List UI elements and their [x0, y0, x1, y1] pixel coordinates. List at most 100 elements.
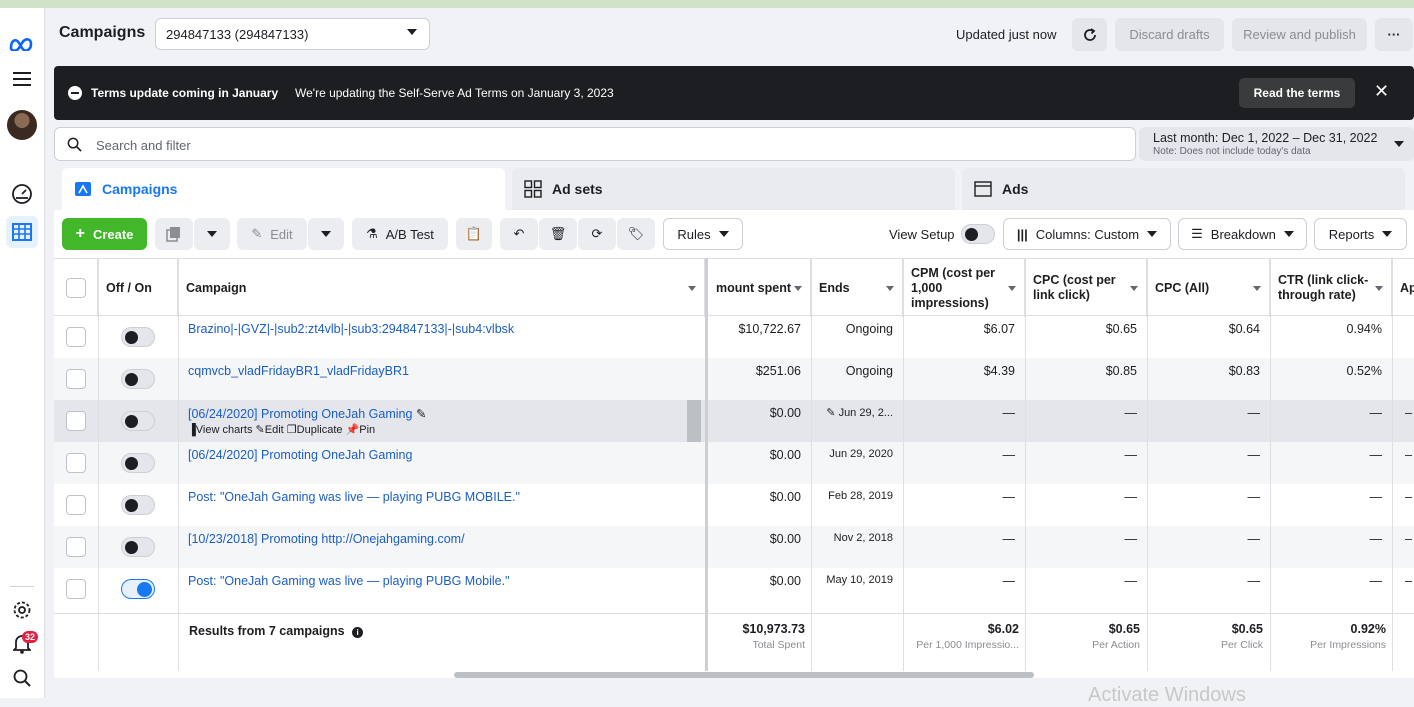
main-area: Campaigns 294847133 (294847133) Updated … [45, 8, 1414, 706]
edit-link[interactable]: Edit [265, 424, 284, 436]
review-publish-button[interactable]: Review and publish [1232, 18, 1367, 51]
ab-test-button[interactable]: ⚗ A/B Test [352, 218, 448, 250]
avatar[interactable] [7, 110, 37, 140]
ends-cell: Ongoing [811, 316, 903, 358]
close-icon[interactable]: ✕ [1374, 81, 1389, 102]
table-row[interactable]: Post: "OneJah Gaming was live — playing … [54, 484, 1414, 526]
row-checkbox[interactable] [66, 495, 86, 515]
col-amount-spent[interactable]: mount spent [705, 259, 811, 317]
col-label: Campaign [186, 281, 247, 295]
meta-logo-icon[interactable] [6, 28, 38, 60]
dashboard-gauge-icon[interactable] [6, 178, 38, 210]
row-checkbox[interactable] [66, 453, 86, 473]
col-cpc-link[interactable]: CPC (cost per link click) [1025, 259, 1147, 317]
reports-button[interactable]: Reports [1314, 218, 1407, 250]
search-icon[interactable] [6, 662, 38, 694]
breakdown-button[interactable]: ☰ Breakdown [1178, 218, 1307, 250]
row-checkbox[interactable] [66, 327, 86, 347]
table-row[interactable]: [06/24/2020] Promoting OneJah Gaming $0.0… [54, 442, 1414, 484]
ads-manager-table-icon[interactable] [6, 216, 38, 248]
campaign-name-link[interactable]: cqmvcb_vladFridayBR1_vladFridayBR1 [188, 364, 409, 378]
reports-label: Reports [1328, 226, 1375, 242]
resize-handle[interactable] [687, 400, 701, 442]
select-all-checkbox[interactable] [66, 278, 86, 298]
clipboard-button[interactable]: 📋 [456, 218, 492, 250]
campaign-name-link[interactable]: [06/24/2020] Promoting OneJah Gaming [188, 448, 412, 462]
duplicate-dropdown[interactable] [194, 218, 230, 250]
campaign-status-toggle[interactable] [121, 579, 155, 599]
col-ctr[interactable]: CTR (link click-through rate) [1270, 259, 1392, 317]
discard-drafts-button[interactable]: Discard drafts [1115, 18, 1224, 51]
campaign-status-toggle[interactable] [121, 495, 155, 515]
row-checkbox[interactable] [66, 537, 86, 557]
tab-ads[interactable]: Ads [962, 168, 1405, 210]
ctr-cell: — [1369, 490, 1383, 504]
ends-cell: Nov 2, 2018 [811, 526, 903, 568]
pencil-icon[interactable]: ✎ [416, 407, 426, 421]
campaign-name-link[interactable]: Post: "OneJah Gaming was live — playing … [188, 574, 510, 588]
view-charts-link[interactable]: View charts [196, 424, 253, 436]
delete-button[interactable]: 🗑 [539, 218, 577, 250]
rules-button[interactable]: Rules [663, 218, 743, 250]
undo-button[interactable]: ↶ [500, 218, 538, 250]
create-button[interactable]: + Create [62, 218, 147, 250]
campaign-status-toggle[interactable] [121, 411, 155, 431]
campaign-name-cell: [06/24/2020] Promoting OneJah Gaming ✎ ▐V… [188, 400, 698, 442]
table-row[interactable]: [10/23/2018] Promoting http://Onejahgami… [54, 526, 1414, 568]
campaign-name-link[interactable]: [06/24/2020] Promoting OneJah Gaming [188, 407, 412, 421]
window-top-strip [0, 0, 1414, 8]
columns-button[interactable]: ||| Columns: Custom [1003, 218, 1171, 250]
row-checkbox[interactable] [66, 369, 86, 389]
row-checkbox[interactable] [66, 579, 86, 599]
view-setup-label: View Setup [889, 227, 955, 242]
sort-icon [1130, 286, 1138, 291]
preview-button[interactable]: ⟳ [578, 218, 616, 250]
col-campaign[interactable]: Campaign [178, 259, 705, 317]
pencil-icon: ✎ [255, 424, 265, 436]
amount-spent-cell: $251.06 [755, 364, 801, 378]
campaign-status-toggle[interactable] [121, 327, 155, 347]
table-row[interactable]: cqmvcb_vladFridayBR1_vladFridayBR1 $251.0… [54, 358, 1414, 400]
duplicate-link[interactable]: Duplicate [297, 424, 343, 436]
col-next[interactable]: Ap [1392, 259, 1414, 317]
ends-cell: Ongoing [811, 358, 903, 400]
tag-button[interactable]: 🏷 [617, 218, 655, 250]
totals-row: Results from 7 campaigns i $10,973.73 Tot… [54, 613, 1414, 671]
search-filter-input[interactable]: Search and filter [54, 127, 1136, 161]
info-icon[interactable]: i [352, 627, 364, 638]
account-selector[interactable]: 294847133 (294847133) [155, 18, 430, 50]
campaign-status-toggle[interactable] [121, 537, 155, 557]
settings-gear-icon[interactable] [6, 594, 38, 626]
amount-spent-cell: $0.00 [769, 490, 801, 504]
col-cpm[interactable]: CPM (cost per 1,000 impressions) [903, 259, 1025, 317]
campaign-name-link[interactable]: [10/23/2018] Promoting http://Onejahgami… [188, 532, 465, 546]
col-cpc-all[interactable]: CPC (All) [1147, 259, 1270, 317]
menu-icon[interactable] [6, 63, 38, 95]
row-checkbox[interactable] [66, 411, 86, 431]
table-row[interactable]: Post: "OneJah Gaming was live — playing … [54, 568, 1414, 610]
edit-button[interactable]: ✎ Edit [237, 218, 307, 250]
col-ends[interactable]: Ends [811, 259, 903, 317]
cpm-cell: — [1002, 532, 1016, 546]
view-setup-toggle[interactable] [961, 224, 995, 244]
campaign-name-link[interactable]: Brazino|-|GVZ|-|sub2:zt4vlb|-|sub3:29484… [188, 322, 514, 336]
pinned-column-divider [705, 258, 708, 671]
horizontal-scrollbar[interactable] [454, 672, 1034, 678]
date-range-picker[interactable]: Last month: Dec 1, 2022 – Dec 31, 2022 N… [1139, 127, 1414, 161]
edit-dropdown[interactable] [308, 218, 344, 250]
campaign-status-toggle[interactable] [121, 453, 155, 473]
table-row[interactable]: [06/24/2020] Promoting OneJah Gaming ✎ ▐V… [54, 400, 1414, 442]
col-off-on[interactable]: Off / On [98, 259, 178, 317]
tab-ad-sets[interactable]: Ad sets [512, 168, 955, 210]
pin-link[interactable]: Pin [359, 424, 375, 436]
more-options-button[interactable]: ··· [1375, 18, 1413, 51]
campaign-status-toggle[interactable] [121, 369, 155, 389]
refresh-button[interactable] [1072, 18, 1107, 51]
read-terms-button[interactable]: Read the terms [1239, 78, 1355, 108]
table-row[interactable]: Brazino|-|GVZ|-|sub2:zt4vlb|-|sub3:29484… [54, 316, 1414, 358]
tab-campaigns[interactable]: Campaigns [62, 168, 505, 210]
columns-icon: ||| [1016, 226, 1028, 242]
column-divider [811, 258, 812, 671]
campaign-name-link[interactable]: Post: "OneJah Gaming was live — playing … [188, 490, 520, 504]
duplicate-button[interactable] [155, 218, 193, 250]
